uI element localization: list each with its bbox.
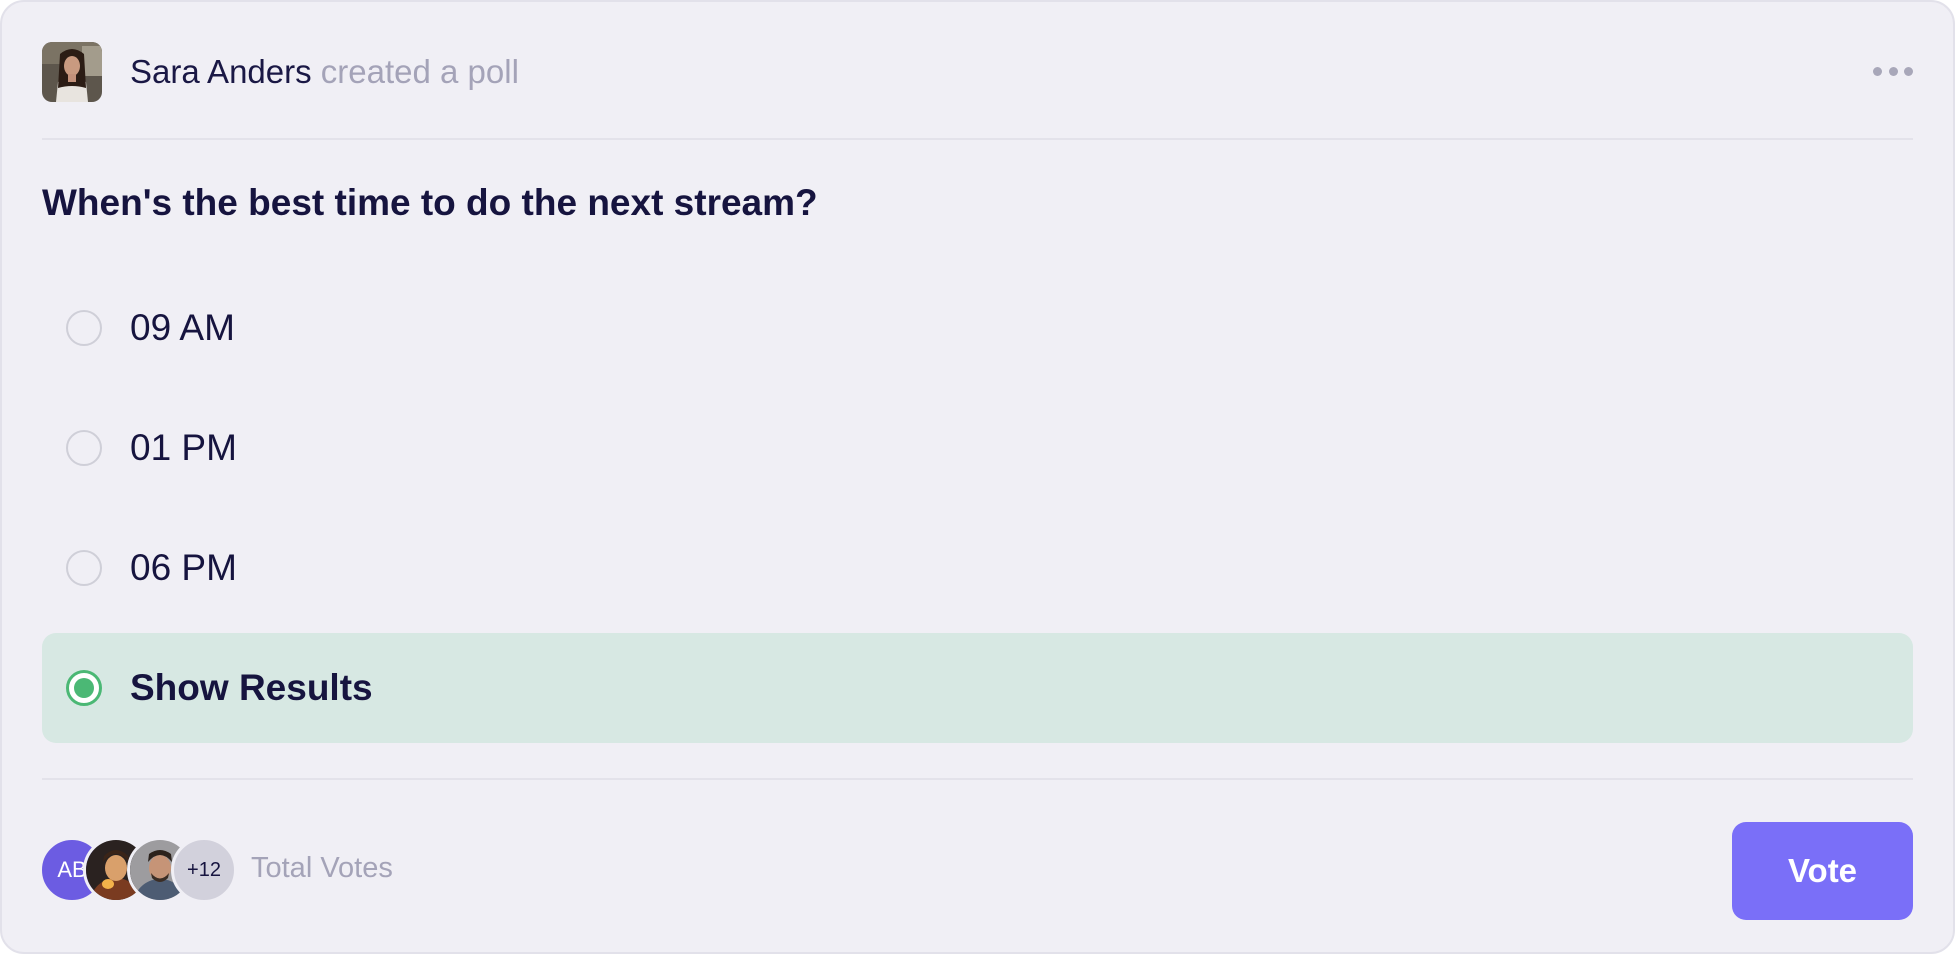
radio-button[interactable] <box>66 550 102 586</box>
more-horizontal-icon <box>1873 66 1882 76</box>
voters-more-count: +12 <box>187 858 221 881</box>
poll-option-06pm[interactable]: 06 PM <box>42 513 1913 623</box>
poll-option-01pm[interactable]: 01 PM <box>42 393 1913 503</box>
poll-question: When's the best time to do the next stre… <box>42 182 818 223</box>
author-name[interactable]: Sara Anders <box>130 53 312 90</box>
poll-option-label: 01 PM <box>130 427 237 468</box>
poll-option-09am[interactable]: 09 AM <box>42 273 1913 383</box>
poll-card: Sara Anders created a poll When's the be… <box>0 0 1955 954</box>
radio-selected-dot <box>74 678 94 698</box>
header-divider <box>42 138 1913 140</box>
poll-footer: AB +12 Total Votes Vote <box>39 820 1913 920</box>
poll-option-label: 06 PM <box>130 547 237 588</box>
poll-option-show-results[interactable]: Show Results <box>42 633 1913 743</box>
poll-header: Sara Anders created a poll <box>42 42 1913 102</box>
more-options-button[interactable] <box>1873 56 1913 86</box>
radio-button[interactable] <box>66 430 102 466</box>
total-votes-label: Total Votes <box>251 852 393 884</box>
poll-option-label: 09 AM <box>130 307 235 348</box>
voter-avatars[interactable]: AB +12 <box>39 837 237 903</box>
radio-button-selected[interactable] <box>66 670 102 706</box>
voter-avatar-more: +12 <box>171 837 237 903</box>
footer-divider <box>42 778 1913 780</box>
author-action: created a poll <box>320 53 519 90</box>
radio-button[interactable] <box>66 310 102 346</box>
poll-option-label: Show Results <box>130 667 373 708</box>
vote-button[interactable]: Vote <box>1732 822 1913 920</box>
author-avatar[interactable] <box>42 42 102 102</box>
poll-header-text: Sara Anders created a poll <box>130 53 519 91</box>
author-photo <box>42 42 102 102</box>
